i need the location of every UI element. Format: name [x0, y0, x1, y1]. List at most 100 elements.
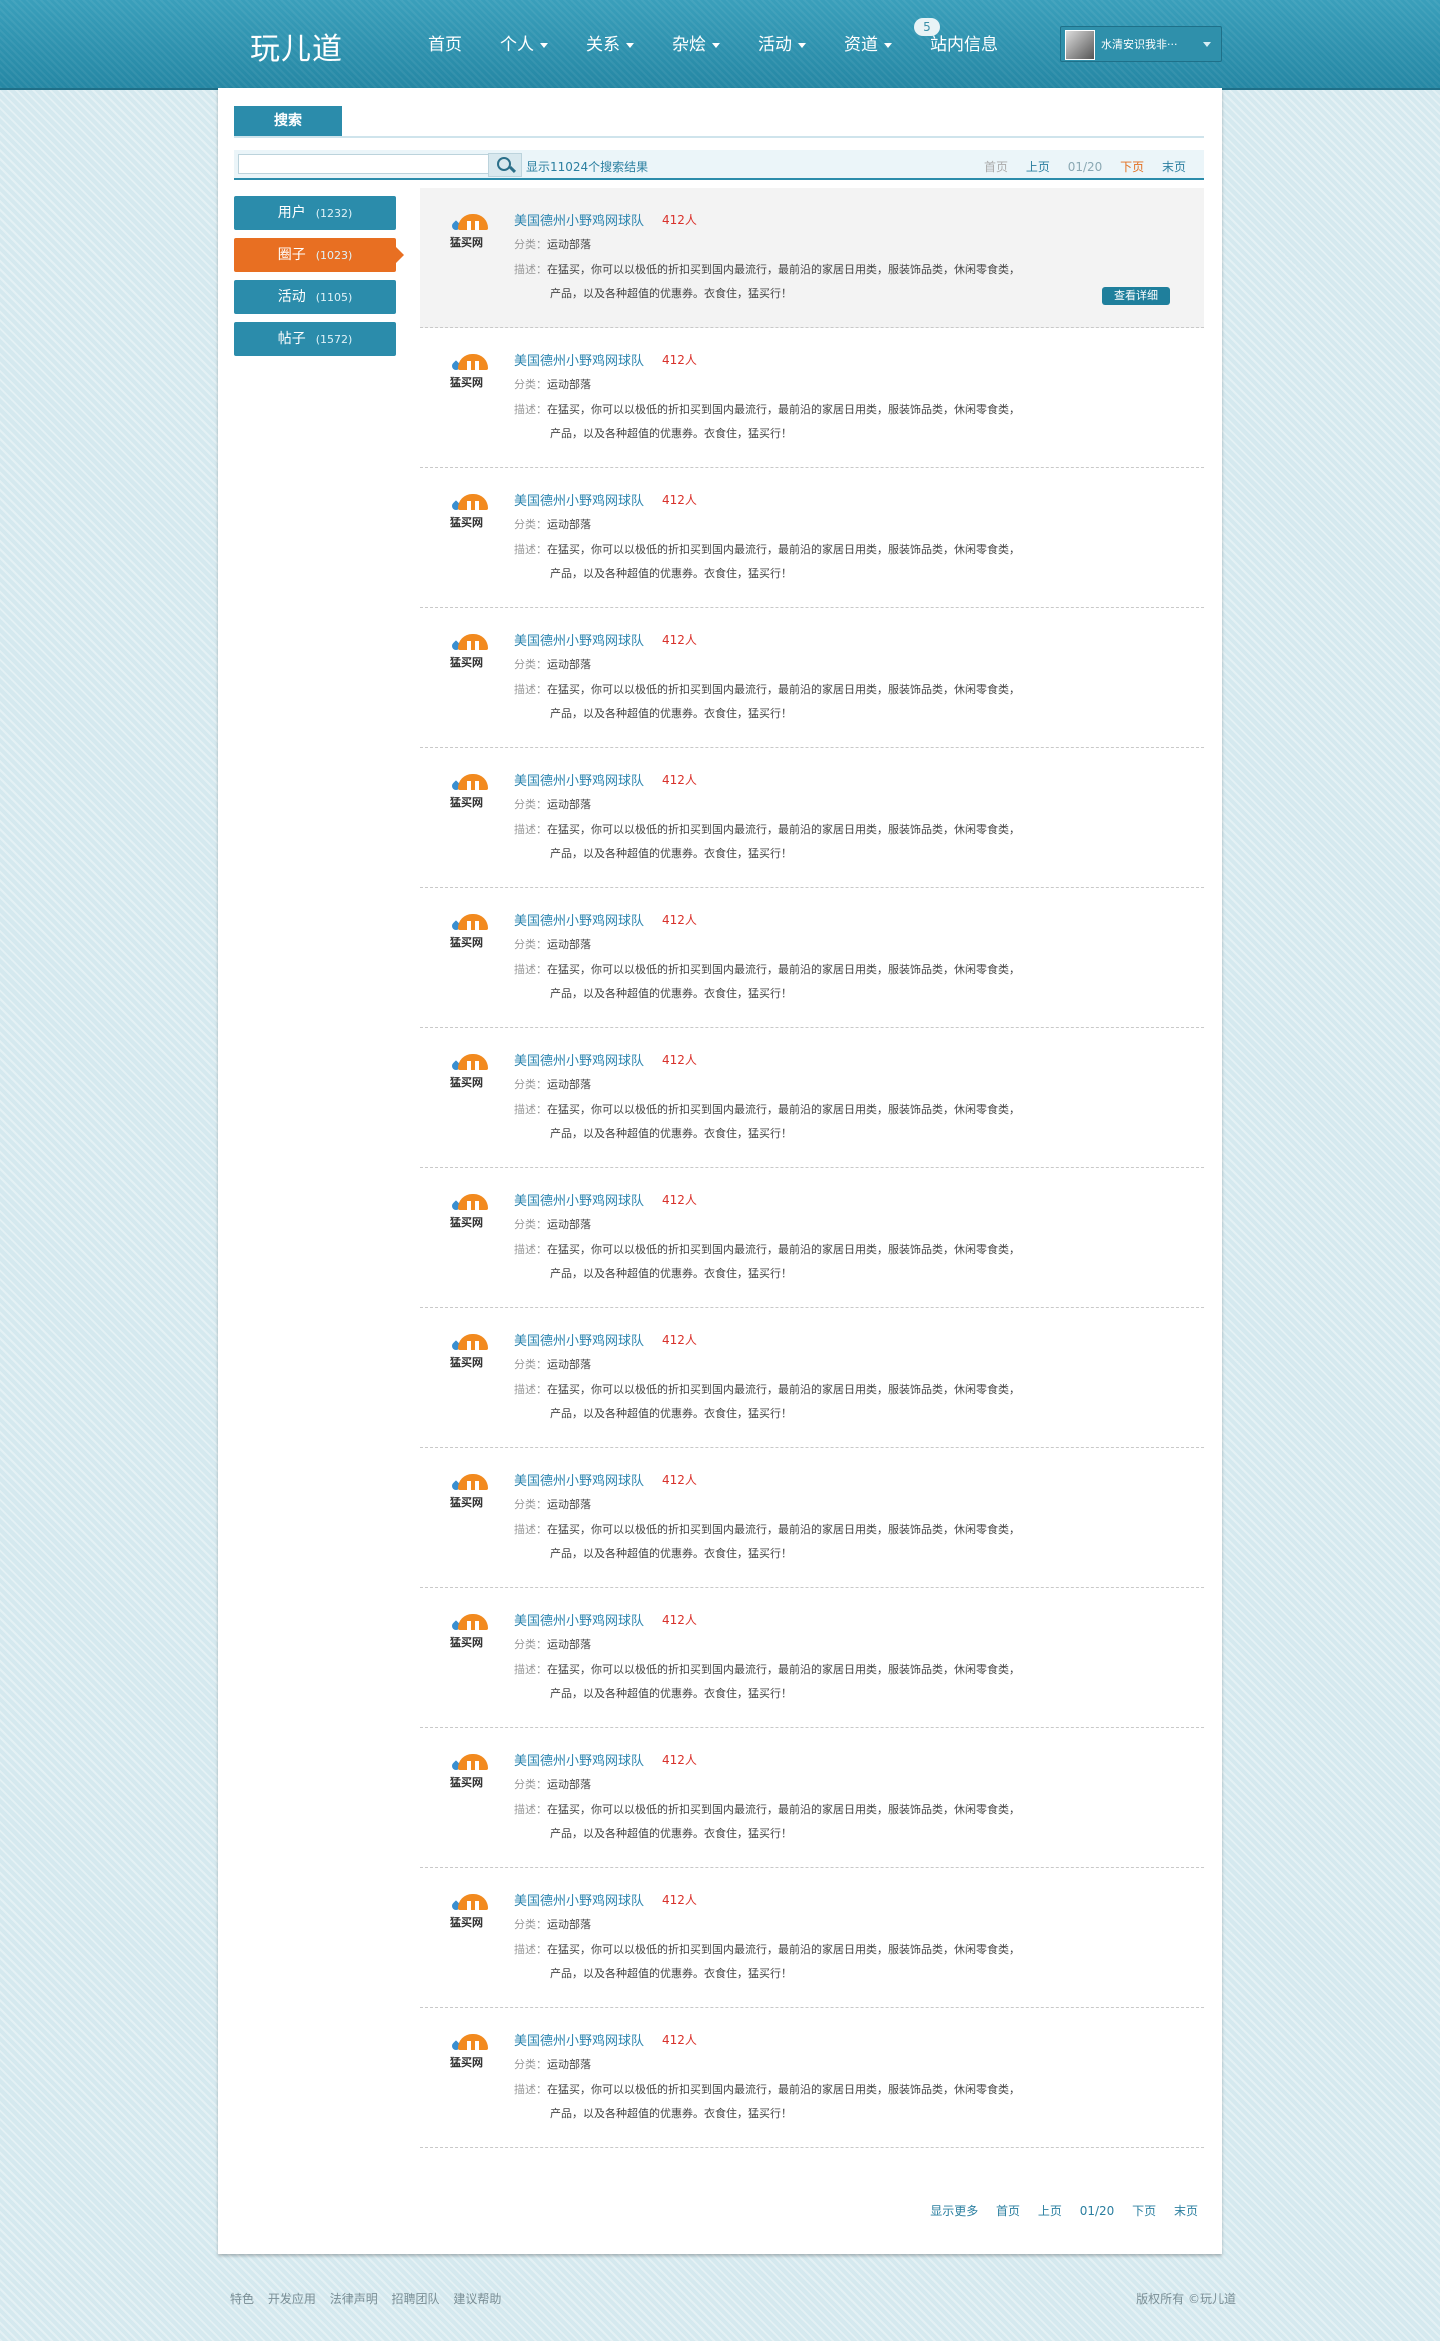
category-users[interactable]: 用户 (1232) [234, 196, 396, 230]
list-item[interactable]: 猛买网 美国德州小野鸡网球队 412人 分类：运动部落 描述：在猛买，你可以以极… [420, 1448, 1204, 1588]
category-label: 活动 [277, 289, 306, 305]
footer-link[interactable]: 特色 [230, 2292, 254, 2306]
brand-logo: 猛买网 [448, 1610, 492, 1660]
nav-activities-label: 活动 [758, 35, 792, 55]
result-title[interactable]: 美国德州小野鸡网球队 [514, 350, 644, 369]
category-count: (1232) [315, 207, 353, 220]
footer-link[interactable]: 开发应用 [268, 2292, 316, 2306]
nav-misc[interactable]: 杂烩 [672, 30, 720, 55]
result-category: 分类：运动部落 [514, 236, 591, 252]
list-item[interactable]: 猛买网 美国德州小野鸡网球队 412人 分类：运动部落 描述：在猛买，你可以以极… [420, 1028, 1204, 1168]
pager-first[interactable]: 首页 [996, 2204, 1020, 2218]
member-count: 412人 [662, 1893, 697, 1907]
member-count: 412人 [662, 2033, 697, 2047]
result-description: 描述：在猛买，你可以以极低的折扣买到国内最流行，最前沿的家居日用类，服装饰品类，… [514, 1801, 1020, 1817]
list-item[interactable]: 猛买网 美国德州小野鸡网球队 412人 分类：运动部落 描述：在猛买，你可以以极… [420, 328, 1204, 468]
result-title[interactable]: 美国德州小野鸡网球队 [514, 630, 644, 649]
elephant-icon [458, 634, 488, 650]
description-field-label: 描述： [514, 1103, 547, 1116]
list-item[interactable]: 猛买网 美国德州小野鸡网球队 412人 分类：运动部落 描述：在猛买，你可以以极… [420, 1168, 1204, 1308]
search-button[interactable] [488, 153, 522, 177]
category-field-label: 分类： [514, 1078, 547, 1091]
footer-link[interactable]: 法律声明 [330, 2292, 378, 2306]
description-line-2: 产品，以及各种超值的优惠券。衣食住，猛买行！ [550, 567, 792, 580]
result-title[interactable]: 美国德州小野鸡网球队 [514, 1330, 644, 1349]
category-circles[interactable]: 圈子 (1023) [234, 238, 404, 272]
description-field-label: 描述： [514, 963, 547, 976]
pager-first[interactable]: 首页 [984, 160, 1008, 174]
description-line-2: 产品，以及各种超值的优惠券。衣食住，猛买行！ [550, 1547, 792, 1560]
list-item[interactable]: 猛买网 美国德州小野鸡网球队 412人 分类：运动部落 描述：在猛买，你可以以极… [420, 1588, 1204, 1728]
list-item[interactable]: 猛买网 美国德州小野鸡网球队 412人 分类：运动部落 描述：在猛买，你可以以极… [420, 888, 1204, 1028]
category-value: 运动部落 [547, 1778, 591, 1791]
description-line-2: 产品，以及各种超值的优惠券。衣食住，猛买行！ [550, 847, 792, 860]
list-item[interactable]: 猛买网 美国德州小野鸡网球队 412人 分类：运动部落 描述：在猛买，你可以以极… [420, 1728, 1204, 1868]
top-bar: 玩儿道 首页 个人 关系 杂烩 活动 资道 站内信息 5 水清安识我非··· [0, 0, 1440, 90]
result-title[interactable]: 美国德州小野鸡网球队 [514, 1750, 644, 1769]
pager-prev[interactable]: 上页 [1038, 2204, 1062, 2218]
result-title[interactable]: 美国德州小野鸡网球队 [514, 1190, 644, 1209]
result-category: 分类：运动部落 [514, 1776, 591, 1792]
pager-next[interactable]: 下页 [1120, 160, 1144, 174]
list-item[interactable]: 猛买网 美国德州小野鸡网球队 412人 分类：运动部落 描述：在猛买，你可以以极… [420, 188, 1204, 328]
category-field-label: 分类： [514, 1498, 547, 1511]
result-category: 分类：运动部落 [514, 1496, 591, 1512]
description-line-2: 产品，以及各种超值的优惠券。衣食住，猛买行！ [550, 1687, 792, 1700]
site-logo[interactable]: 玩儿道 [250, 24, 343, 68]
list-item[interactable]: 猛买网 美国德州小野鸡网球队 412人 分类：运动部落 描述：在猛买，你可以以极… [420, 1868, 1204, 2008]
nav-resources[interactable]: 资道 [844, 30, 892, 55]
description-line-2: 产品，以及各种超值的优惠券。衣食住，猛买行！ [550, 1967, 792, 1980]
category-posts[interactable]: 帖子 (1572) [234, 322, 396, 356]
result-description: 描述：在猛买，你可以以极低的折扣买到国内最流行，最前沿的家居日用类，服装饰品类，… [514, 1381, 1020, 1397]
nav-home[interactable]: 首页 [428, 30, 462, 55]
nav-personal[interactable]: 个人 [500, 30, 548, 55]
nav-relations[interactable]: 关系 [586, 30, 634, 55]
result-description: 描述：在猛买，你可以以极低的折扣买到国内最流行，最前沿的家居日用类，服装饰品类，… [514, 1101, 1020, 1117]
result-title[interactable]: 美国德州小野鸡网球队 [514, 2030, 644, 2049]
member-count: 412人 [662, 633, 697, 647]
category-count: (1023) [315, 249, 353, 262]
result-list: 猛买网 美国德州小野鸡网球队 412人 分类：运动部落 描述：在猛买，你可以以极… [420, 188, 1204, 2148]
list-item[interactable]: 猛买网 美国德州小野鸡网球队 412人 分类：运动部落 描述：在猛买，你可以以极… [420, 748, 1204, 888]
result-title[interactable]: 美国德州小野鸡网球队 [514, 1050, 644, 1069]
result-title[interactable]: 美国德州小野鸡网球队 [514, 1470, 644, 1489]
brand-logo: 猛买网 [448, 350, 492, 400]
description-line-2: 产品，以及各种超值的优惠券。衣食住，猛买行！ [550, 1127, 792, 1140]
category-field-label: 分类： [514, 1358, 547, 1371]
pager-last[interactable]: 末页 [1162, 160, 1186, 174]
list-item[interactable]: 猛买网 美国德州小野鸡网球队 412人 分类：运动部落 描述：在猛买，你可以以极… [420, 2008, 1204, 2148]
brand-name: 猛买网 [450, 1216, 483, 1229]
elephant-icon [458, 1754, 488, 1770]
list-item[interactable]: 猛买网 美国德州小野鸡网球队 412人 分类：运动部落 描述：在猛买，你可以以极… [420, 608, 1204, 748]
result-title[interactable]: 美国德州小野鸡网球队 [514, 1610, 644, 1629]
description-line-2: 产品，以及各种超值的优惠券。衣食住，猛买行！ [550, 1407, 792, 1420]
pager-last[interactable]: 末页 [1174, 2204, 1198, 2218]
category-activities[interactable]: 活动 (1105) [234, 280, 396, 314]
view-details-button[interactable]: 查看详细 [1102, 287, 1170, 305]
tab-divider [234, 136, 1204, 138]
footer-link[interactable]: 招聘团队 [392, 2292, 440, 2306]
result-description: 描述：在猛买，你可以以极低的折扣买到国内最流行，最前沿的家居日用类，服装饰品类，… [514, 821, 1020, 837]
list-item[interactable]: 猛买网 美国德州小野鸡网球队 412人 分类：运动部落 描述：在猛买，你可以以极… [420, 468, 1204, 608]
list-item[interactable]: 猛买网 美国德州小野鸡网球队 412人 分类：运动部落 描述：在猛买，你可以以极… [420, 1308, 1204, 1448]
result-description: 描述：在猛买，你可以以极低的折扣买到国内最流行，最前沿的家居日用类，服装饰品类，… [514, 401, 1020, 417]
brand-logo: 猛买网 [448, 1470, 492, 1520]
user-menu[interactable]: 水清安识我非··· [1060, 26, 1222, 62]
nav-activities[interactable]: 活动 [758, 30, 806, 55]
category-value: 运动部落 [547, 1358, 591, 1371]
footer-link[interactable]: 建议帮助 [453, 2292, 501, 2306]
nav-messages[interactable]: 站内信息 [930, 30, 998, 55]
result-title[interactable]: 美国德州小野鸡网球队 [514, 1890, 644, 1909]
result-title[interactable]: 美国德州小野鸡网球队 [514, 490, 644, 509]
pager-next[interactable]: 下页 [1132, 2204, 1156, 2218]
search-input[interactable] [238, 154, 492, 174]
result-title[interactable]: 美国德州小野鸡网球队 [514, 210, 644, 229]
pager-prev[interactable]: 上页 [1026, 160, 1050, 174]
tab-search[interactable]: 搜索 [234, 106, 342, 136]
result-title[interactable]: 美国德州小野鸡网球队 [514, 910, 644, 929]
description-line-2: 产品，以及各种超值的优惠券。衣食住，猛买行！ [550, 427, 792, 440]
brand-name: 猛买网 [450, 936, 483, 949]
brand-name: 猛买网 [450, 516, 483, 529]
result-title[interactable]: 美国德州小野鸡网球队 [514, 770, 644, 789]
show-more-link[interactable]: 显示更多 [930, 2204, 978, 2218]
